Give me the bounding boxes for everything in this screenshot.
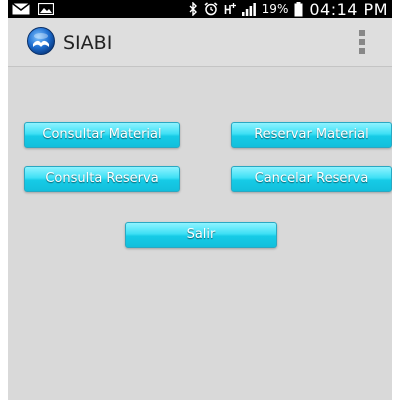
hplus-signal-icon xyxy=(224,3,236,14)
signal-bars-icon xyxy=(241,3,256,16)
action-bar: SIABI xyxy=(8,18,392,67)
status-bar-notifications xyxy=(12,2,54,16)
status-time: 04:14 PM xyxy=(309,0,388,19)
cancelar-reserva-button[interactable]: Cancelar Reserva xyxy=(231,166,392,192)
bluetooth-icon xyxy=(189,2,197,16)
alarm-icon xyxy=(204,2,218,16)
reservar-material-button[interactable]: Reservar Material xyxy=(231,122,392,148)
battery-percent: 19% xyxy=(261,2,289,16)
status-bar-system: 19% 04:14 PM xyxy=(189,0,388,19)
book-globe-logo-icon[interactable] xyxy=(26,26,56,56)
image-icon xyxy=(38,3,54,15)
consulta-reserva-button[interactable]: Consulta Reserva xyxy=(24,166,180,192)
app-title: SIABI xyxy=(63,32,113,54)
email-icon xyxy=(12,3,30,15)
app-screen: 19% 04:14 PM SIABI Consultar Material Re… xyxy=(8,0,392,400)
status-bar: 19% 04:14 PM xyxy=(8,0,392,19)
battery-icon xyxy=(294,1,303,16)
consultar-material-button[interactable]: Consultar Material xyxy=(24,122,180,148)
overflow-menu-icon[interactable] xyxy=(356,30,368,54)
salir-button[interactable]: Salir xyxy=(125,222,277,248)
